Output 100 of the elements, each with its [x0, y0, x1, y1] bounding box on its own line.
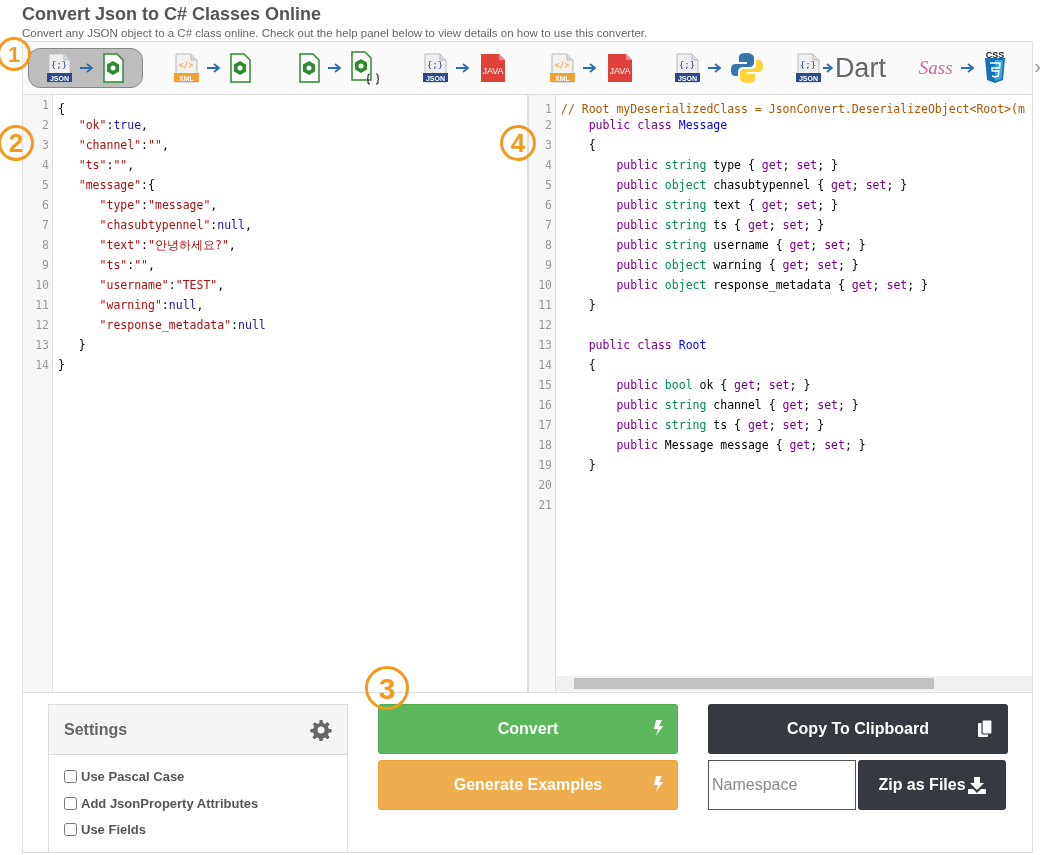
line-number: 8: [529, 235, 556, 255]
code-line: public class Message: [587, 117, 728, 134]
line-number: 5: [529, 175, 556, 195]
line-number: 1: [23, 95, 53, 115]
arrow-icon: [456, 63, 471, 73]
line-number: 3: [529, 135, 556, 155]
line-number: 4: [529, 155, 556, 175]
code-line: "text":"안녕하세요?",: [98, 237, 236, 254]
line-number: 4: [23, 155, 53, 175]
step-number-marker: 2: [0, 125, 34, 161]
page-subtitle: Convert any JSON object to a C# class online. Check out the help panel below to view details on how to use this converter.: [22, 26, 649, 40]
lightning-icon: [652, 776, 663, 792]
hexagon-file-icon: [101, 53, 124, 83]
code-line: public object chasubtypennel { get; set; }: [615, 177, 908, 194]
option-label: Use Fields: [81, 821, 147, 839]
copy-to-clipboard-button[interactable]: Copy To Clipboard: [708, 704, 1008, 754]
settings-icon[interactable]: [310, 718, 332, 741]
hexagon-file-icon: [297, 53, 320, 83]
code-output-editor[interactable]: [529, 95, 1032, 692]
code-line: {: [587, 357, 596, 374]
checkbox[interactable]: [64, 823, 77, 837]
code-line: }: [77, 337, 86, 354]
zip-as-files-button[interactable]: Zip as Files: [858, 760, 1006, 810]
hexagon-file-icon: [228, 53, 251, 83]
line-number: 14: [529, 355, 556, 375]
code-line: public Message message { get; set; }: [615, 437, 866, 454]
line-number: 8: [23, 235, 53, 255]
code-line: }: [57, 357, 65, 374]
line-number: 1: [529, 95, 556, 115]
converter-option[interactable]: Sass CSS: [905, 48, 1020, 88]
code-line: public string ts { get; set; }: [615, 417, 825, 434]
line-number: 7: [23, 215, 53, 235]
code-line: public bool ok { get; set; }: [615, 377, 811, 394]
line-number: 2: [23, 115, 53, 135]
line-number: 13: [23, 335, 53, 355]
page-title: Convert Json to C# Classes Online: [22, 3, 323, 26]
step-number-marker: 4: [500, 125, 536, 161]
line-number: 6: [23, 195, 53, 215]
line-number: 7: [529, 215, 556, 235]
arrow-icon: [707, 63, 722, 73]
line-number: 13: [529, 335, 556, 355]
arrow-icon: [960, 63, 975, 73]
lightning-icon: [652, 720, 663, 736]
line-number: 9: [23, 255, 53, 275]
code-line: "channel":"",: [77, 137, 169, 154]
line-number: 10: [23, 275, 53, 295]
code-line: public string type { get; set; }: [615, 157, 838, 174]
option-label: Use Pascal Case: [81, 768, 185, 786]
line-number: 5: [23, 175, 53, 195]
code-line: "chasubtypennel":null,: [98, 217, 252, 234]
arrow-icon: [822, 63, 833, 73]
namespace-field[interactable]: Namespace: [708, 760, 856, 810]
code-line: // Root myDeserializedClass = JsonConvert.DeserializeObject<Root>(m: [560, 101, 1025, 115]
line-number: 11: [529, 295, 556, 315]
code-line: }: [587, 297, 596, 314]
checkbox[interactable]: [64, 770, 77, 784]
line-number: 19: [529, 455, 556, 475]
step-number-marker: 1: [0, 37, 31, 71]
option-label: Add JsonProperty Attributes: [81, 794, 259, 813]
code-line: "message":{: [77, 177, 155, 194]
line-number: 10: [529, 275, 556, 295]
code-line: "ok":true,: [77, 117, 149, 134]
code-line: public string channel { get; set; }: [615, 397, 859, 414]
code-line: public string text { get; set; }: [615, 197, 838, 214]
line-number: 18: [529, 435, 556, 455]
horizontal-scrollbar[interactable]: [556, 676, 1032, 691]
code-line: "ts":"",: [98, 257, 155, 274]
line-number: 21: [529, 495, 556, 515]
code-line: {: [57, 101, 65, 115]
line-number: 6: [529, 195, 556, 215]
sass-logo: Sass: [918, 56, 953, 80]
code-line: "type":"message",: [98, 197, 218, 214]
line-number: 14: [23, 355, 53, 375]
copy-icon: [977, 720, 993, 738]
line-number: 12: [529, 315, 556, 335]
settings-title: Settings: [64, 719, 128, 740]
code-line: public object response_metadata { get; set; }: [615, 277, 928, 294]
checkbox[interactable]: [64, 796, 77, 810]
dart-logo: Dart: [834, 53, 886, 83]
code-line: public string ts { get; set; }: [615, 217, 825, 234]
code-line: "response_metadata":null: [98, 317, 266, 334]
line-number: 20: [529, 475, 556, 495]
code-line: {: [587, 137, 596, 154]
line-number: 11: [23, 295, 53, 315]
code-line: public class Root: [587, 337, 707, 354]
hexagon-file-icon: [349, 51, 380, 85]
line-number: 17: [529, 415, 556, 435]
arrow-icon: [206, 63, 221, 73]
step-number-marker: 3: [365, 666, 409, 710]
line-number: 16: [529, 395, 556, 415]
code-line: public string username { get; set; }: [615, 237, 866, 254]
line-number: 2: [529, 115, 556, 135]
code-line: }: [587, 457, 596, 474]
line-number: 12: [23, 315, 53, 335]
code-line: "warning":null,: [98, 297, 204, 314]
line-number: 9: [529, 255, 556, 275]
code-line: "ts":"",: [77, 157, 135, 174]
download-icon: [967, 776, 986, 794]
line-number: 3: [23, 135, 53, 155]
code-line: public object warning { get; set; }: [615, 257, 859, 274]
